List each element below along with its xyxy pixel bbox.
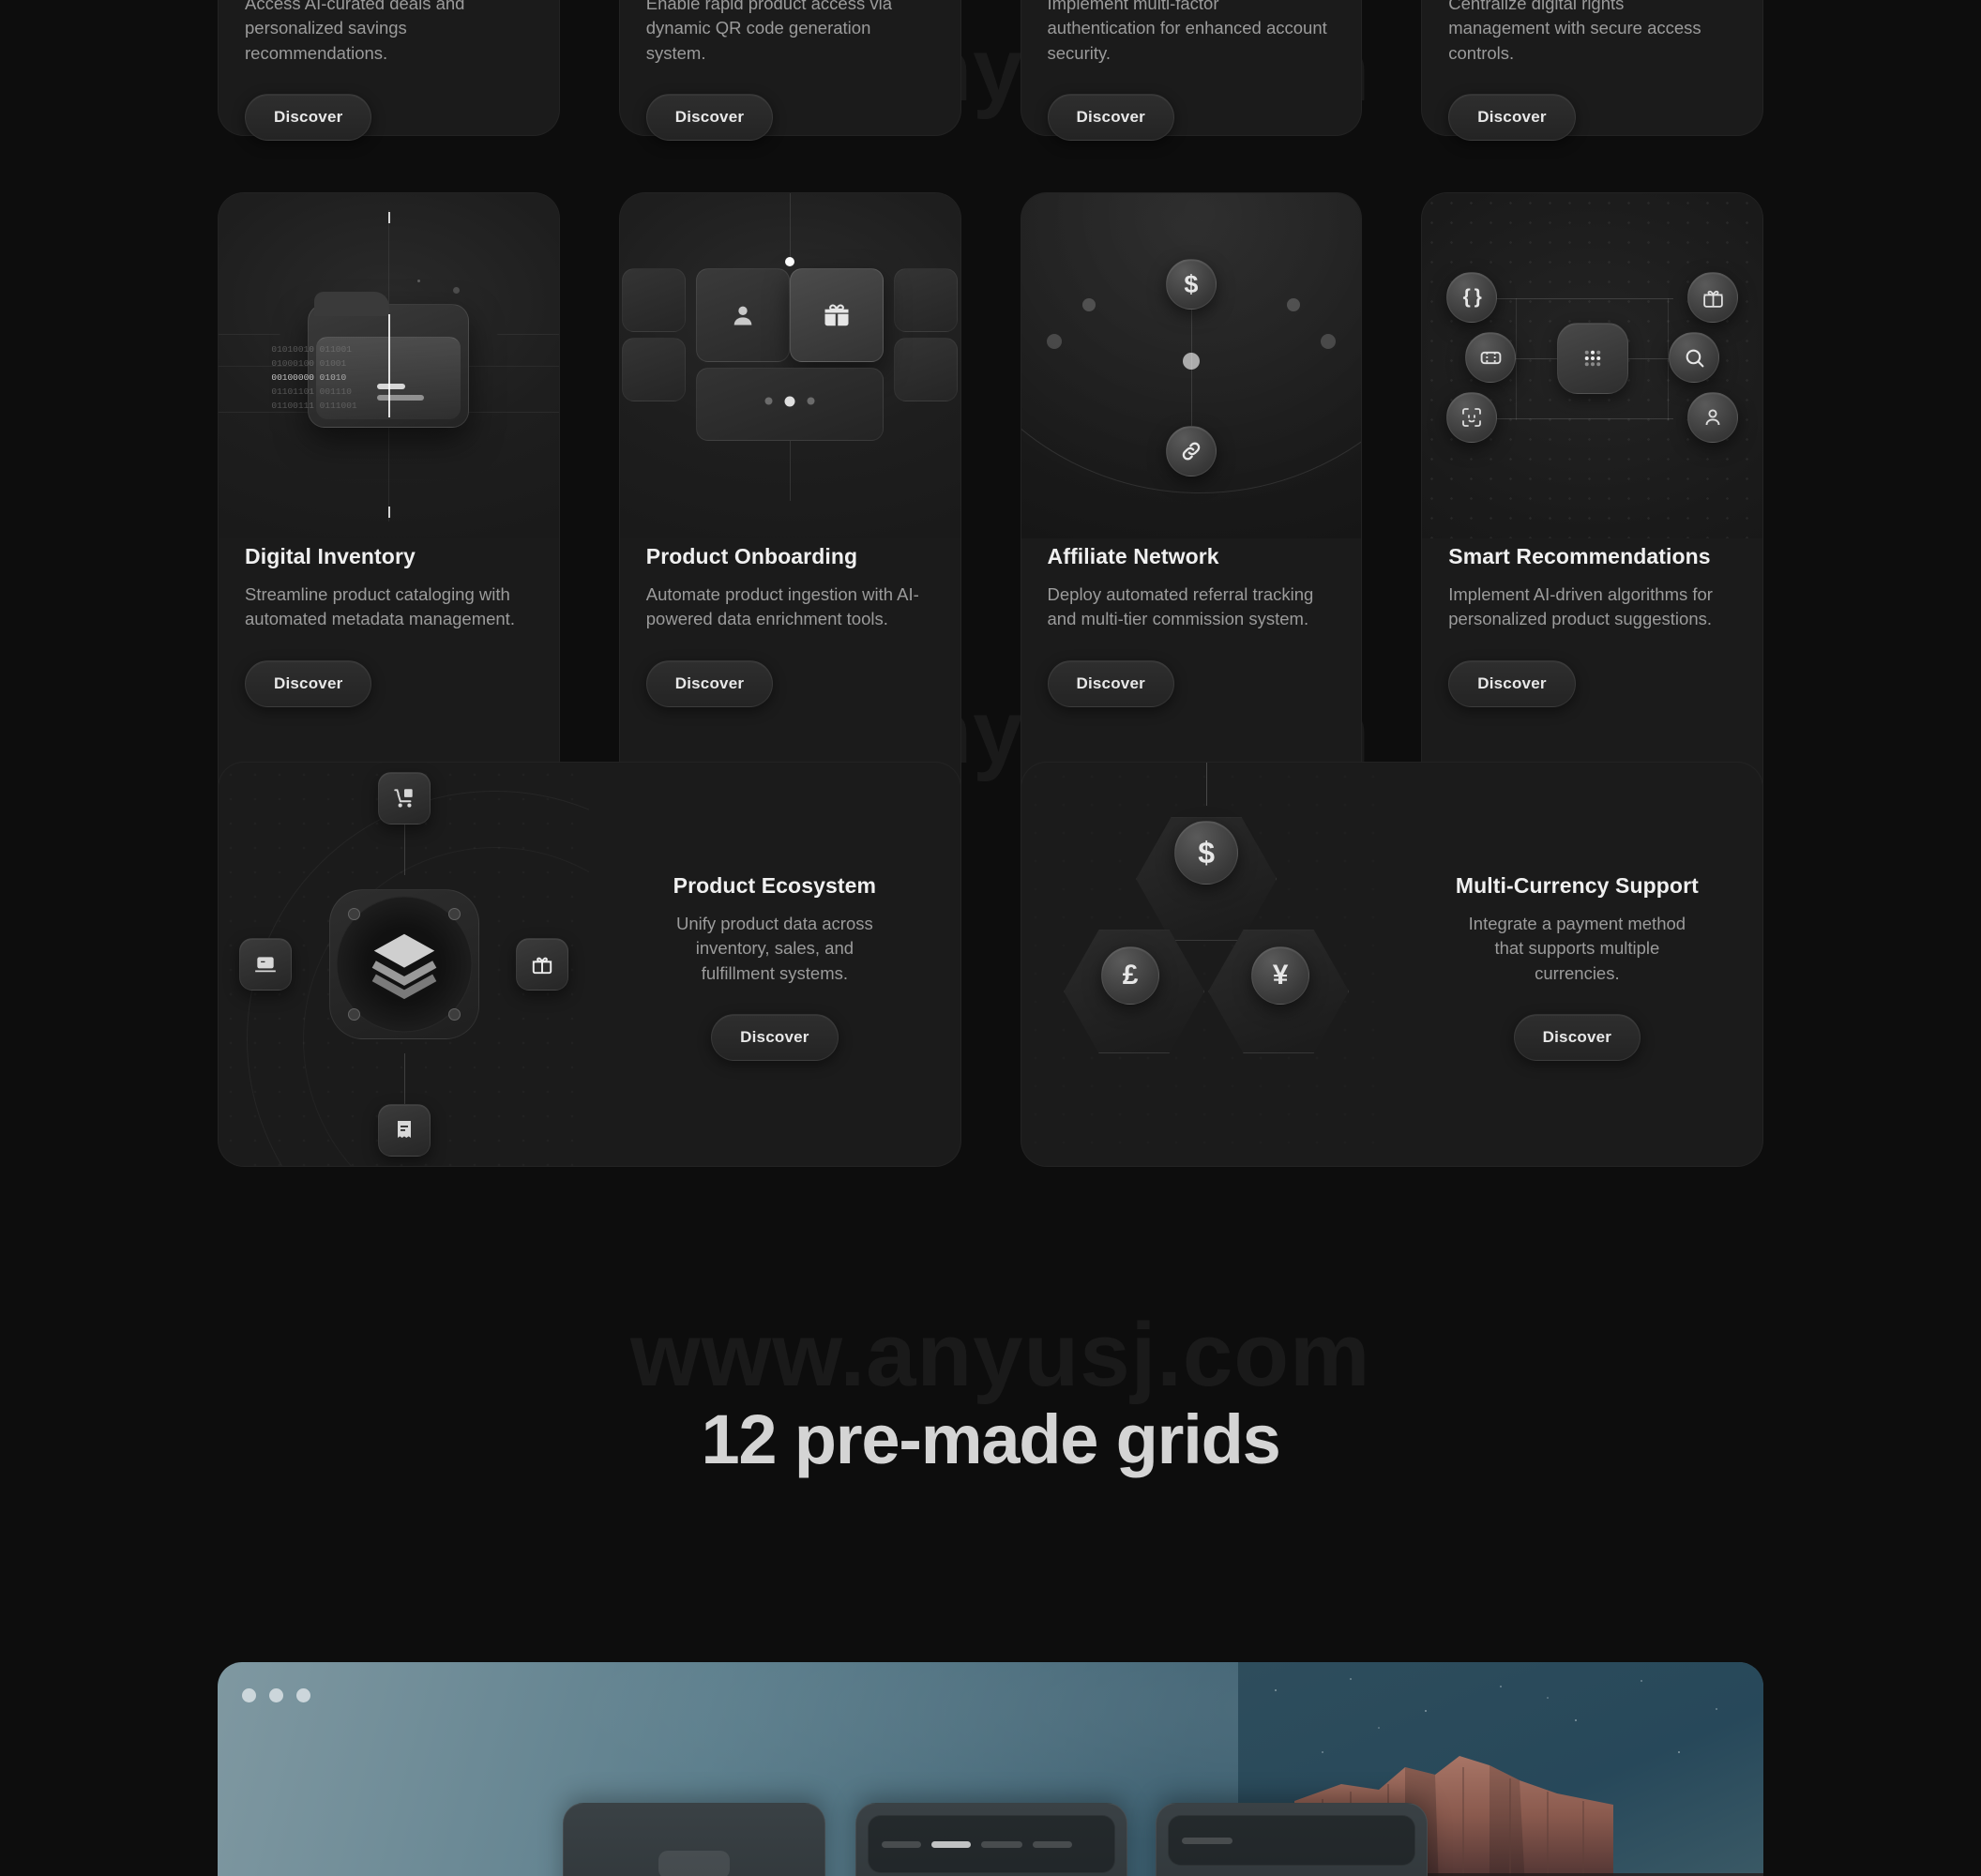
dollar-icon: $ [1198, 836, 1216, 870]
dollar-icon: $ [1184, 269, 1199, 298]
link-icon [1179, 439, 1203, 463]
section-headline: 12 pre-made grids [701, 1400, 1280, 1478]
wide-card-product-ecosystem[interactable]: Product Ecosystem Unify product data acr… [218, 762, 961, 1167]
page-root: www.anyusj.com www.anyusj.com www.anyusj… [0, 0, 1981, 1876]
discover-button[interactable]: Discover [1448, 93, 1576, 141]
toolbar-bar-active [931, 1840, 971, 1848]
card-title: Multi-Currency Support [1455, 873, 1699, 899]
feature-card-qr[interactable]: Enable rapid product access via dynamic … [618, 0, 961, 141]
person-icon [1701, 406, 1724, 429]
currency-hex-illustration: $ £ ¥ [1021, 763, 1392, 1166]
discover-button[interactable]: Discover [711, 1013, 839, 1061]
toolbar-bar [981, 1840, 1022, 1848]
tile-grid-illustration [619, 193, 960, 538]
dollar-sphere: $ [1174, 821, 1239, 885]
wide-card-multi-currency[interactable]: $ £ ¥ Multi-Currency Support Integrate a… [1020, 762, 1763, 1167]
laptop-icon [253, 952, 278, 976]
card-title: Affiliate Network [1047, 544, 1219, 568]
orbit-network-illustration: $ [1021, 193, 1362, 538]
search-icon [1683, 346, 1706, 370]
panel-left[interactable] [563, 1803, 825, 1876]
person-icon [730, 302, 756, 328]
card-title: Smart Recommendations [1448, 544, 1711, 568]
card-body: Product Onboarding Automate product inge… [620, 538, 960, 707]
toolbar-bar [1033, 1840, 1072, 1848]
discover-button[interactable]: Discover [245, 93, 372, 141]
pound-icon: £ [1122, 960, 1139, 991]
yen-icon: ¥ [1272, 960, 1289, 991]
traffic-light-minimize-icon[interactable] [269, 1688, 283, 1702]
discover-button[interactable]: Discover [645, 93, 774, 141]
layers-hub-illustration [219, 763, 590, 1166]
feature-card-product-onboarding[interactable]: Product Onboarding Automate product inge… [618, 192, 961, 830]
card-description: Deploy automated referral tracking and m… [1047, 584, 1314, 629]
traffic-light-maximize-icon[interactable] [296, 1688, 310, 1702]
card-description: Access AI-curated deals and personalized… [245, 0, 465, 63]
card-body: Digital Inventory Streamline product cat… [219, 538, 559, 707]
feature-card-savings[interactable]: Access AI-curated deals and personalized… [218, 0, 560, 141]
discover-button[interactable]: Discover [1047, 93, 1174, 141]
discover-button[interactable]: Discover [1448, 659, 1576, 707]
feature-card-smart-recommendations[interactable]: { } Smart Recommendations Implement AI-d… [1421, 192, 1763, 830]
gift-icon [1701, 286, 1725, 310]
layers-icon [364, 924, 445, 1005]
discover-button[interactable]: Discover [1047, 659, 1174, 707]
feature-card-mfa[interactable]: Implement multi-factor authentication fo… [1020, 0, 1363, 141]
watermark-bottom: www.anyusj.com [630, 1305, 1371, 1405]
card-description: Enable rapid product access via dynamic … [645, 0, 892, 63]
feature-card-row: 01010010 011001 01000100 01001 00100000 … [218, 192, 1763, 830]
card-description: Streamline product cataloging with autom… [245, 584, 515, 629]
traffic-lights [242, 1688, 310, 1702]
feature-card-drm[interactable]: Centralize digital rights management wit… [1421, 0, 1763, 141]
card-description: Implement multi-factor authentication fo… [1047, 0, 1327, 63]
card-title: Digital Inventory [245, 544, 416, 568]
folder-icon: 01010010 011001 01000100 01001 00100000 … [271, 292, 470, 428]
panel-right[interactable] [1156, 1803, 1428, 1876]
panel-toolbar [868, 1815, 1115, 1873]
feature-card-digital-inventory[interactable]: 01010010 011001 01000100 01001 00100000 … [218, 192, 560, 830]
gift-icon [823, 301, 851, 329]
card-description: Automate product ingestion with AI-power… [645, 584, 919, 629]
hand-truck-icon [392, 786, 416, 810]
ticket-icon [1479, 346, 1503, 370]
card-body: Affiliate Network Deploy automated refer… [1021, 538, 1362, 707]
browser-window-mockup [218, 1662, 1763, 1876]
ellipsis-icon [764, 396, 815, 407]
node-network-illustration: { } [1422, 193, 1762, 538]
panel-pill [658, 1851, 730, 1876]
folder-binary-illustration: 01010010 011001 01000100 01001 00100000 … [219, 193, 559, 538]
grid-dots-icon [1579, 344, 1607, 372]
card-description: Implement AI-driven algorithms for perso… [1448, 584, 1713, 629]
braces-icon: { } [1462, 286, 1482, 308]
discover-button[interactable]: Discover [645, 659, 774, 707]
card-body: Product Ecosystem Unify product data acr… [589, 868, 960, 1061]
toolbar-bar [1182, 1837, 1232, 1844]
toolbar-bar [882, 1840, 921, 1848]
feature-card-affiliate-network[interactable]: $ Affiliate Network Deploy automated ref… [1020, 192, 1363, 830]
face-id-icon [1460, 406, 1483, 429]
card-title: Product Onboarding [645, 544, 858, 568]
panel-toolbar [1168, 1815, 1415, 1866]
card-body: Smart Recommendations Implement AI-drive… [1422, 538, 1762, 707]
top-feature-row: Access AI-curated deals and personalized… [218, 0, 1763, 141]
card-description: Unify product data across inventory, sal… [675, 914, 873, 983]
pound-sphere: £ [1101, 946, 1160, 1005]
card-title: Product Ecosystem [673, 873, 877, 899]
card-description: Centralize digital rights management wit… [1448, 0, 1701, 63]
card-description: Integrate a payment method that supports… [1468, 914, 1686, 983]
card-body: Multi-Currency Support Integrate a payme… [1392, 868, 1762, 1061]
gift-icon [530, 952, 554, 976]
panel-center[interactable] [855, 1803, 1127, 1876]
discover-button[interactable]: Discover [245, 659, 372, 707]
receipt-icon [393, 1119, 416, 1142]
traffic-light-close-icon[interactable] [242, 1688, 256, 1702]
yen-sphere: ¥ [1251, 946, 1310, 1005]
wide-card-row: Product Ecosystem Unify product data acr… [218, 762, 1763, 1167]
discover-button[interactable]: Discover [1513, 1013, 1641, 1061]
